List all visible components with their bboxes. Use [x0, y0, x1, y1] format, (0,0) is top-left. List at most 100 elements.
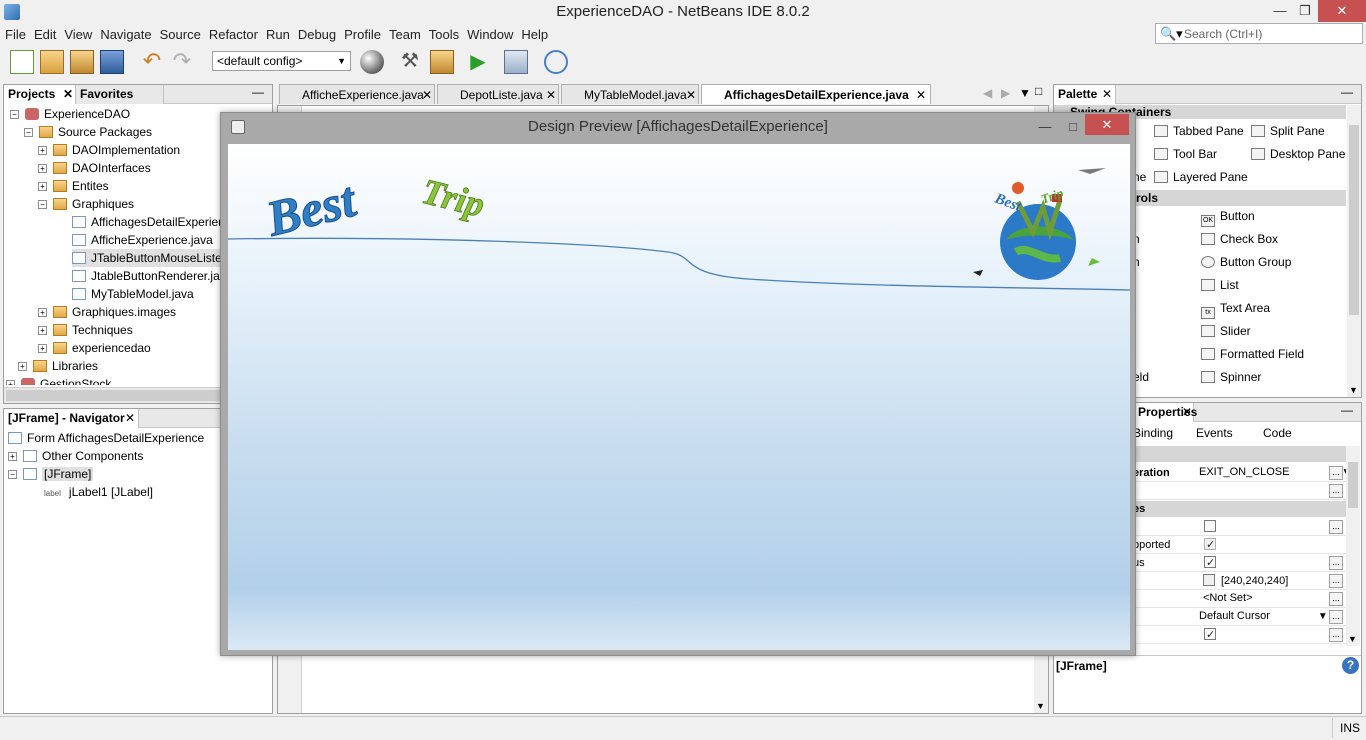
tab-palette[interactable]: Palette ✕	[1054, 85, 1116, 104]
palette-item-list[interactable]: List	[1201, 276, 1239, 294]
tree-item[interactable]: + Graphiques.images	[38, 303, 176, 321]
property-ellipsis-button[interactable]: ...	[1329, 556, 1343, 570]
menu-team[interactable]: Team	[384, 24, 424, 46]
maximize-button[interactable]: □	[1063, 113, 1083, 141]
tree-item[interactable]: + Libraries	[18, 357, 98, 375]
tree-item[interactable]: AfficheExperience.java	[72, 231, 213, 249]
palette-item-check-box[interactable]: Check Box	[1201, 230, 1278, 248]
tab-afficheexperience[interactable]: AfficheExperience.java ✕	[279, 84, 435, 104]
expand-toggle-icon[interactable]: +	[38, 182, 47, 191]
scroll-left-icon[interactable]: ◀	[983, 86, 992, 100]
expand-toggle-icon[interactable]: +	[38, 308, 47, 317]
show-opened-documents-icon[interactable]: ▼	[1019, 86, 1031, 100]
tree-item[interactable]: + Techniques	[38, 321, 133, 339]
expand-toggle-icon[interactable]: +	[38, 164, 47, 173]
close-icon[interactable]: ✕	[916, 85, 926, 105]
maximize-button[interactable]: ❐	[1290, 0, 1320, 22]
property-value-field[interactable]: <Not Set>	[1203, 589, 1253, 607]
tab-affichagesdetailexperience[interactable]: AffichagesDetailExperience.java ✕	[701, 84, 931, 104]
tree-item[interactable]: JtableButtonRenderer.jav	[72, 267, 226, 285]
property-section-header[interactable]: es	[1133, 501, 1346, 517]
palette-item-slider[interactable]: Slider	[1201, 322, 1251, 340]
menu-file[interactable]: File	[0, 24, 29, 46]
tree-item[interactable]: + GestionStock	[6, 375, 111, 385]
scrollbar-thumb[interactable]	[1348, 462, 1358, 508]
palette-item-desktop-pane[interactable]: Desktop Pane	[1251, 145, 1345, 163]
close-icon[interactable]: ✕	[63, 85, 73, 103]
property-section-header[interactable]	[1133, 446, 1346, 462]
tree-item[interactable]: − Graphiques	[38, 195, 134, 213]
tree-item[interactable]: MyTableModel.java	[72, 285, 194, 303]
navigator-item[interactable]: + Other Components	[8, 447, 143, 465]
vertical-scrollbar[interactable]: ▼	[1347, 105, 1361, 397]
tree-item[interactable]: − Source Packages	[24, 123, 152, 141]
palette-item-split-pane[interactable]: Split Pane	[1251, 122, 1325, 140]
property-row[interactable]	[1133, 518, 1346, 536]
menu-source[interactable]: Source	[155, 24, 204, 46]
collapse-toggle-icon[interactable]: −	[10, 110, 19, 119]
property-ellipsis-button[interactable]: ...	[1329, 520, 1343, 534]
chevron-down-icon[interactable]: ▼	[1348, 634, 1357, 644]
browser-icon[interactable]	[360, 50, 384, 74]
property-row[interactable]	[1133, 482, 1346, 500]
menu-profile[interactable]: Profile	[339, 24, 384, 46]
collapse-toggle-icon[interactable]: −	[38, 200, 47, 209]
tree-item[interactable]: + DAOImplementation	[38, 141, 180, 159]
profile-icon[interactable]	[544, 50, 568, 74]
property-row[interactable]: us	[1133, 554, 1346, 572]
config-select[interactable]: <default config> ▼	[212, 51, 351, 71]
palette-item-tool-bar[interactable]: Tool Bar	[1154, 145, 1217, 163]
tree-item[interactable]: AffichagesDetailExperien	[72, 213, 225, 231]
property-ellipsis-button[interactable]: ...	[1329, 574, 1343, 588]
close-icon[interactable]: ✕	[1102, 85, 1112, 103]
property-checkbox[interactable]	[1204, 536, 1216, 554]
tree-item[interactable]: − ExperienceDAO	[10, 105, 130, 123]
close-button[interactable]: ✕	[1085, 114, 1129, 135]
close-icon[interactable]: ✕	[1182, 403, 1192, 421]
palette-item-tabbed-pane[interactable]: Tabbed Pane	[1154, 122, 1244, 140]
property-row[interactable]	[1133, 626, 1346, 644]
tree-item[interactable]: + experiencedao	[38, 339, 151, 357]
palette-item-formatted-field[interactable]: Formatted Field	[1201, 345, 1304, 363]
property-ellipsis-button[interactable]: ...	[1329, 484, 1343, 498]
close-icon[interactable]: ✕	[422, 85, 432, 105]
palette-item-button-group[interactable]: Button Group	[1201, 253, 1291, 271]
tab-projects[interactable]: Projects ✕	[4, 85, 76, 104]
help-icon[interactable]: ?	[1342, 657, 1359, 674]
scrollbar-thumb[interactable]	[1349, 125, 1359, 315]
subtab-events[interactable]: Events	[1196, 426, 1233, 440]
new-project-icon[interactable]	[40, 50, 64, 74]
scrollbar-thumb[interactable]	[6, 390, 220, 401]
menu-help[interactable]: Help	[516, 24, 551, 46]
minimize-panel-icon[interactable]: —	[1341, 403, 1353, 417]
subtab-code[interactable]: Code	[1263, 426, 1292, 440]
tab-favorites[interactable]: Favorites	[76, 85, 164, 104]
property-ellipsis-button[interactable]: ...	[1329, 592, 1343, 606]
scroll-right-icon[interactable]: ▶	[1001, 86, 1010, 100]
redo-icon[interactable]: ↷	[170, 50, 194, 74]
collapse-toggle-icon[interactable]: −	[24, 128, 33, 137]
tree-item-selected[interactable]: JTableButtonMouseListene	[72, 249, 236, 267]
navigator-item[interactable]: label jLabel1 [JLabel]	[44, 483, 153, 501]
menu-run[interactable]: Run	[261, 24, 293, 46]
menu-edit[interactable]: Edit	[29, 24, 59, 46]
property-checkbox[interactable]	[1204, 626, 1216, 644]
tab-navigator[interactable]: [JFrame] - Navigator ✕	[4, 409, 139, 428]
menu-tools[interactable]: Tools	[424, 24, 462, 46]
expand-toggle-icon[interactable]: +	[18, 362, 27, 371]
tree-item[interactable]: + Entites	[38, 177, 109, 195]
expand-toggle-icon[interactable]: +	[6, 380, 15, 385]
property-row[interactable]: pported	[1133, 536, 1346, 554]
tab-depotliste[interactable]: DepotListe.java ✕	[437, 84, 559, 104]
chevron-down-icon[interactable]: ▼	[1349, 385, 1358, 395]
navigator-item[interactable]: − [JFrame]	[8, 465, 94, 483]
debug-icon[interactable]	[504, 50, 528, 74]
expand-toggle-icon[interactable]: +	[8, 452, 17, 461]
menu-navigate[interactable]: Navigate	[95, 24, 154, 46]
expand-toggle-icon[interactable]: +	[38, 326, 47, 335]
palette-item-layered-pane[interactable]: Layered Pane	[1154, 168, 1248, 186]
close-icon[interactable]: ✕	[546, 85, 556, 105]
property-color-value[interactable]: [240,240,240]	[1203, 572, 1288, 590]
clean-build-icon[interactable]	[430, 50, 454, 74]
palette-item-button[interactable]: OK Button	[1201, 207, 1255, 227]
